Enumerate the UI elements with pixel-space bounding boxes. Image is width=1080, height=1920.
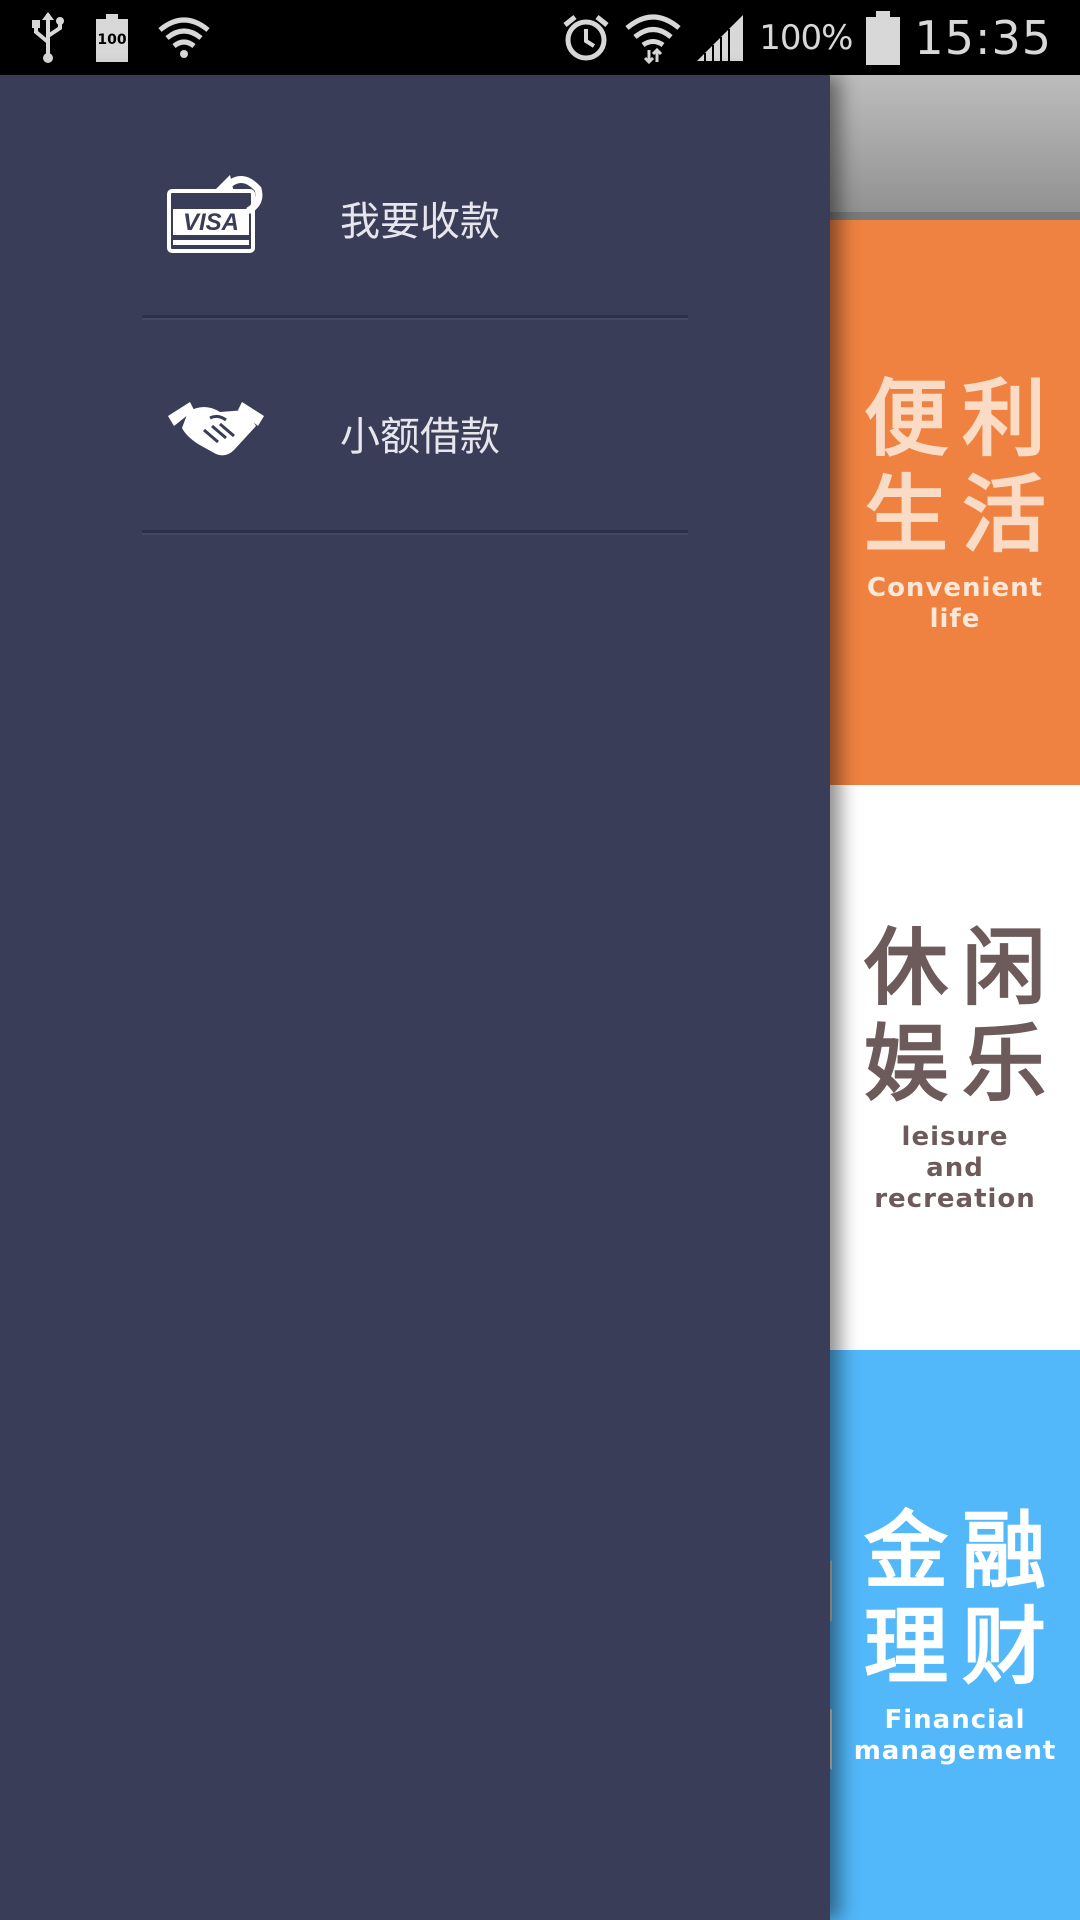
main-content: 便利 生活 Convenient life 休闲 娱乐 leisure and …	[830, 75, 1080, 1920]
tile-title-line2: 生活	[863, 465, 1060, 564]
battery-status-icon: 100	[96, 13, 128, 62]
menu-item-label: 我要收款	[340, 199, 500, 245]
tile-subtitle-line2: management	[853, 1736, 1057, 1766]
tile-leisure-recreation[interactable]: 休闲 娱乐 leisure and recreation	[830, 785, 1080, 1350]
clock: 15:35	[914, 10, 1052, 65]
tile-subtitle-line2: life	[929, 603, 981, 634]
menu-item-receive-payment[interactable]: VISA 我要收款	[142, 75, 688, 318]
navigation-drawer: VISA 我要收款 小额借款	[0, 75, 830, 1920]
battery-percent: 100%	[759, 17, 853, 58]
visa-card-text: VISA	[183, 209, 239, 236]
signal-icon	[697, 14, 744, 61]
tile-subtitle: Convenient life	[867, 573, 1043, 635]
alarm-icon	[563, 14, 609, 60]
status-bar: 100 100% 15:35	[0, 0, 1080, 75]
visa-card-icon: VISA	[167, 175, 263, 253]
usb-icon	[32, 11, 64, 63]
tile-subtitle-line1: Convenient	[866, 572, 1044, 603]
tile-subtitle: leisure and recreation	[874, 1122, 1036, 1215]
status-bar-left: 100	[30, 0, 210, 75]
tile-subtitle-line1: Financial	[884, 1705, 1026, 1735]
wifi-question-icon	[158, 17, 210, 58]
tile-title-line2: 娱乐	[863, 1015, 1060, 1113]
battery-status-label: 100	[97, 31, 127, 48]
tile-title-line1: 便利	[863, 369, 1060, 468]
menu-item-small-loan[interactable]: 小额借款	[142, 318, 688, 533]
wifi-icon	[625, 14, 681, 64]
tile-title-line1: 金融	[863, 1502, 1060, 1600]
tile-title-line1: 休闲	[863, 919, 1060, 1017]
tile-subtitle-line3: recreation	[874, 1184, 1036, 1214]
tile-financial-management[interactable]: 金融 理财 Financial management	[830, 1350, 1080, 1920]
battery-icon	[866, 10, 901, 65]
tile-subtitle-line1: leisure	[901, 1122, 1009, 1152]
menu-item-label: 小额借款	[340, 414, 500, 460]
handshake-icon	[168, 402, 264, 456]
tile-subtitle: Financial management	[854, 1705, 1057, 1767]
tile-convenient-life[interactable]: 便利 生活 Convenient life	[830, 220, 1080, 785]
status-bar-right: 100% 15:35	[561, 0, 1052, 75]
tile-subtitle-line2: and	[926, 1153, 984, 1183]
tile-title-line2: 理财	[863, 1598, 1060, 1696]
header-bar	[830, 75, 1080, 220]
